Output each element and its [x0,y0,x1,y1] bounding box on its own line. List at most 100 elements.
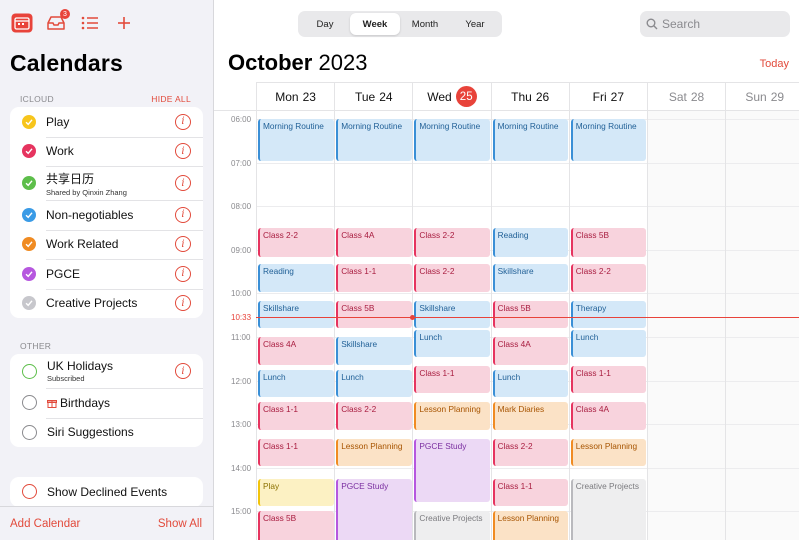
hide-all-button[interactable]: HIDE ALL [151,94,191,104]
calendars-button[interactable] [10,12,34,34]
day-header-sun[interactable]: Sun 29 [725,83,799,110]
calendar-row-siri-suggestions[interactable]: Siri Suggestions [10,417,203,448]
event-pgce-study[interactable]: PGCE Study [414,438,491,503]
event-morning-routine[interactable]: Morning Routine [414,119,491,162]
event-class-2-2[interactable]: Class 2-2 [336,402,412,431]
event-reading[interactable]: Reading [258,264,334,292]
search-field[interactable] [640,11,790,37]
event-class-1-1[interactable]: Class 1-1 [336,264,412,292]
event-skillshare[interactable]: Skillshare [492,264,569,292]
info-icon[interactable]: i [175,295,191,312]
year-label: 2023 [318,50,368,75]
calendar-row-uk-holidays[interactable]: UK Holidays Subscribed i [10,354,203,388]
event-class-1-1[interactable]: Class 1-1 [570,366,647,394]
event-lunch[interactable]: Lunch [414,329,491,358]
event-class-2-2[interactable]: Class 2-2 [414,228,491,258]
day-header-mon[interactable]: Mon 23 [256,83,334,110]
view-tab-day[interactable]: Day [300,13,350,35]
calendar-row-pgce[interactable]: PGCE i [10,259,203,289]
inbox-button[interactable]: 3 [44,9,70,34]
info-icon[interactable]: i [175,113,191,130]
list-view-button[interactable] [78,12,102,34]
event-mark-diaries[interactable]: Mark Diaries [492,402,569,431]
event-morning-routine[interactable]: Morning Routine [492,119,569,162]
search-input[interactable] [662,17,782,31]
info-icon[interactable]: i [175,236,191,253]
event-play[interactable]: Play [258,478,334,507]
event-class-2-2[interactable]: Class 2-2 [414,264,491,292]
event-class-2-2[interactable]: Class 2-2 [492,438,569,467]
calendar-checkmark-icon[interactable] [22,296,36,311]
calendar-row-creative-projects[interactable]: Creative Projects i [10,288,203,319]
show-all-button[interactable]: Show All [158,518,202,530]
calendar-toggle-circle[interactable] [22,363,37,379]
calendar-toggle-circle[interactable] [22,424,37,440]
declined-toggle-circle[interactable] [22,484,37,500]
add-event-button[interactable] [112,12,136,34]
event-lunch[interactable]: Lunch [492,369,569,398]
event-class-1-1[interactable]: Class 1-1 [414,366,491,394]
event-morning-routine[interactable]: Morning Routine [258,119,334,162]
event-class-1-1[interactable]: Class 1-1 [258,402,334,431]
day-header-tue[interactable]: Tue 24 [334,83,412,110]
calendar-toggle-circle[interactable] [22,395,37,411]
event-class-4a[interactable]: Class 4A [570,402,647,431]
event-lesson-planning[interactable]: Lesson Planning [492,511,569,540]
calendar-checkmark-icon[interactable] [22,237,36,252]
today-button[interactable]: Today [760,58,789,70]
event-lesson-planning[interactable]: Lesson Planning [336,438,412,467]
event-therapy[interactable]: Therapy [570,300,647,329]
day-header-sat[interactable]: Sat 28 [646,83,725,110]
show-declined-events-row[interactable]: Show Declined Events [10,477,203,507]
event-class-4a[interactable]: Class 4A [492,337,569,365]
event-class-4a[interactable]: Class 4A [336,228,412,258]
week-time-grid[interactable]: 06:00 07:00 08:00 09:00 10:00 11:00 12:00 13:00… [214,110,799,540]
event-skillshare[interactable]: Skillshare [336,337,412,365]
info-icon[interactable]: i [175,363,191,379]
event-class-2-2[interactable]: Class 2-2 [570,264,647,292]
calendar-row-birthdays[interactable]: Birthdays [10,388,203,418]
event-morning-routine[interactable]: Morning Routine [570,119,647,162]
event-lesson-planning[interactable]: Lesson Planning [570,438,647,467]
calendar-row-work-related[interactable]: Work Related i [10,229,203,260]
event-pgce-study[interactable]: PGCE Study [336,478,412,540]
day-header-wed[interactable]: Wed 25 [412,83,490,110]
calendar-checkmark-icon[interactable] [22,114,36,129]
event-class-5b[interactable]: Class 5B [492,300,569,329]
info-icon[interactable]: i [175,175,191,191]
event-class-5b[interactable]: Class 5B [570,228,647,258]
event-creative-projects[interactable]: Creative Projects [414,511,491,540]
event-skillshare[interactable]: Skillshare [258,300,334,329]
calendar-checkmark-icon[interactable] [22,144,36,159]
event-creative-projects[interactable]: Creative Projects [570,478,647,540]
calendar-row-non-negotiables[interactable]: Non-negotiables i [10,200,203,230]
view-tab-month[interactable]: Month [400,13,450,35]
info-icon[interactable]: i [175,206,191,223]
calendar-checkmark-icon[interactable] [22,207,36,222]
event-lesson-planning[interactable]: Lesson Planning [414,402,491,431]
calendar-checkmark-icon[interactable] [22,176,36,190]
day-header-fri[interactable]: Fri 27 [568,83,647,110]
event-class-5b[interactable]: Class 5B [336,300,412,329]
event-class-5b[interactable]: Class 5B [258,511,334,540]
event-lunch[interactable]: Lunch [336,369,412,398]
event-lunch[interactable]: Lunch [258,369,334,398]
event-class-1-1[interactable]: Class 1-1 [258,438,334,467]
view-tab-year[interactable]: Year [450,13,500,35]
calendar-row-work[interactable]: Work i [10,136,203,167]
add-calendar-button[interactable]: Add Calendar [10,518,80,530]
event-morning-routine[interactable]: Morning Routine [336,119,412,162]
event-class-1-1[interactable]: Class 1-1 [492,478,569,507]
calendar-checkmark-icon[interactable] [22,266,36,281]
calendar-row-shared[interactable]: 共享日历 Shared by Qinxin Zhang i [10,166,203,200]
info-icon[interactable]: i [175,143,191,160]
event-reading[interactable]: Reading [492,228,569,258]
calendar-row-play[interactable]: Play i [10,107,203,137]
info-icon[interactable]: i [175,265,191,282]
event-skillshare[interactable]: Skillshare [414,300,491,329]
event-lunch[interactable]: Lunch [570,329,647,358]
day-header-thu[interactable]: Thu 26 [490,83,569,110]
view-tab-week[interactable]: Week [350,13,400,35]
event-class-4a[interactable]: Class 4A [258,337,334,365]
event-class-2-2[interactable]: Class 2-2 [258,228,334,258]
